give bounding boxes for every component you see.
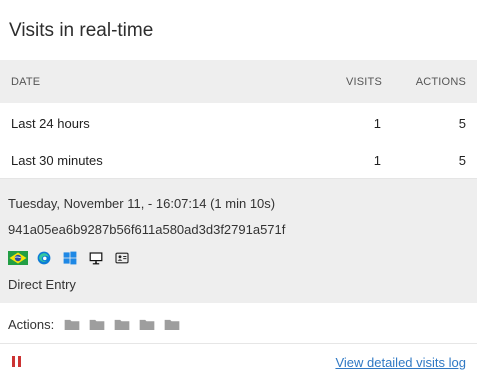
column-header-visits: VISITS [345,76,382,88]
visit-details: Tuesday, November 11, - 16:07:14 (1 min … [0,179,477,303]
action-icons [64,319,180,330]
column-header-date: DATE [11,76,41,88]
actions-label: Actions: [8,317,55,332]
widget-title: Visits in real-time [9,20,154,41]
edge-browser-icon[interactable] [34,250,54,266]
desktop-icon[interactable] [86,250,106,266]
row-actions: 5 [458,116,466,131]
visit-datetime: Tuesday, November 11, - 16:07:14 (1 min … [8,196,276,211]
folder-icon[interactable] [164,319,180,330]
row-visits: 1 [373,116,381,131]
table-header: DATE VISITS ACTIONS [0,60,477,103]
row-visits: 1 [373,153,381,168]
column-header-actions: ACTIONS [415,76,466,88]
row-actions: 5 [458,153,466,168]
brazil-flag-icon[interactable] [8,250,28,266]
realtime-visits-widget: Visits in real-time DATE VISITS ACTIONS … [0,0,477,372]
row-date: Last 24 hours [11,116,90,131]
visitor-profile-icon[interactable] [112,250,132,266]
folder-icon[interactable] [64,319,80,330]
row-date: Last 30 minutes [11,153,103,168]
table-row: Last 24 hours 1 5 [0,104,477,142]
visit-icons [8,250,132,266]
folder-icon[interactable] [114,319,130,330]
pause-button[interactable] [11,356,23,367]
folder-icon[interactable] [139,319,155,330]
referrer: Direct Entry [8,277,76,292]
folder-icon[interactable] [89,319,105,330]
widget-footer: View detailed visits log [0,344,477,372]
visit-actions: Actions: [0,303,477,344]
visits-log-link[interactable]: View detailed visits log [335,355,466,370]
visitor-id: 941a05ea6b9287b56f611a580ad3d3f2791a571f [8,222,286,237]
table-row: Last 30 minutes 1 5 [0,141,477,179]
windows-icon[interactable] [60,250,80,266]
